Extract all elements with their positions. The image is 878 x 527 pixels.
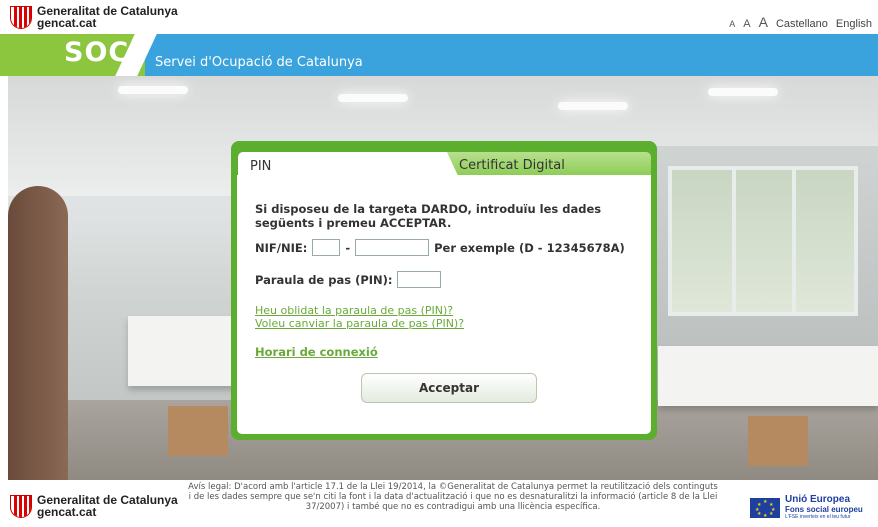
ceiling-light [118,86,188,94]
gencat-logo-line2: gencat.cat [37,16,97,30]
footer-gencat-logo[interactable]: Generalitat de Catalunya gencat.cat [10,494,178,518]
senyera-icon [10,494,32,518]
eu-logo[interactable]: ★ ★ ★ ★ ★ ★ ★ ★ Unió Europea Fons social euro… [750,495,863,520]
gencat-logo[interactable]: Generalitat de Catalunya gencat.cat [10,5,178,29]
cardboard-box [748,416,808,466]
eu-text: Unió Europea Fons social europeu L'FSE i… [785,494,863,521]
tab-certificat-digital-label: Certificat Digital [459,158,565,173]
lang-english-link[interactable]: English [836,18,872,30]
ceiling-light [708,88,778,96]
person-figure [8,186,68,480]
office-window [668,166,858,316]
font-size-large-button[interactable]: A [759,14,768,30]
desk [658,346,878,406]
connection-hours-link[interactable]: Horari de connexió [255,345,378,359]
footer-logo-line2: gencat.cat [37,505,97,519]
soc-subtitle: Servei d'Ocupació de Catalunya [155,55,363,70]
senyera-icon [10,5,32,29]
nif-example: Per exemple (D - 12345678A) [434,240,625,255]
tab-pin-label: PIN [250,159,272,174]
top-bar: Generalitat de Catalunya gencat.cat A A … [0,0,878,34]
ceiling-light [338,94,408,102]
accept-button[interactable]: Acceptar [361,373,537,403]
pass-label: Paraula de pas (PIN): [255,272,393,287]
nif-number-input[interactable] [355,239,430,256]
top-links: A A A Castellano English [729,14,872,30]
forgot-pin-link[interactable]: Heu oblidat la paraula de pas (PIN)? [255,304,464,317]
footer-logo-text: Generalitat de Catalunya gencat.cat [37,494,178,518]
eu-line1: Unió Europea [785,494,851,505]
login-panel: Certificat Digital PIN Si disposeu de la… [231,141,657,440]
login-instructions: Si disposeu de la targeta DARDO, introdu… [255,202,602,230]
eu-line2: Fons social europeu [785,505,863,514]
font-size-small-button[interactable]: A [729,19,735,29]
nif-label: NIF/NIE: [255,240,308,255]
soc-brand-bar: SOC Servei d'Ocupació de Catalunya [0,34,878,76]
nif-separator: - [345,240,351,255]
eu-line3: L'FSE inverteix en el teu futur [785,514,851,520]
help-links: Heu oblidat la paraula de pas (PIN)? Vol… [255,304,464,330]
lang-castellano-link[interactable]: Castellano [776,18,828,30]
soc-logo[interactable]: SOC [64,37,129,68]
nif-letter-input[interactable] [312,239,341,256]
cardboard-box [168,406,228,456]
footer: Generalitat de Catalunya gencat.cat Avís… [0,480,878,527]
font-size-medium-button[interactable]: A [743,18,750,30]
login-form: Si disposeu de la targeta DARDO, introdu… [237,175,651,434]
pass-row: Paraula de pas (PIN): [255,271,441,288]
ceiling-light [558,102,628,110]
tab-certificat-digital[interactable]: Certificat Digital [441,152,651,176]
eu-flag-icon: ★ ★ ★ ★ ★ ★ ★ ★ [750,497,780,519]
nif-row: NIF/NIE: - Per exemple (D - 12345678A) [255,239,625,256]
legal-notice: Avís legal: D'acord amb l'article 17.1 d… [188,482,718,512]
change-pin-link[interactable]: Voleu canviar la paraula de pas (PIN)? [255,317,464,330]
desk [128,316,238,386]
pin-input[interactable] [396,271,441,288]
gencat-logo-text: Generalitat de Catalunya gencat.cat [37,5,178,29]
